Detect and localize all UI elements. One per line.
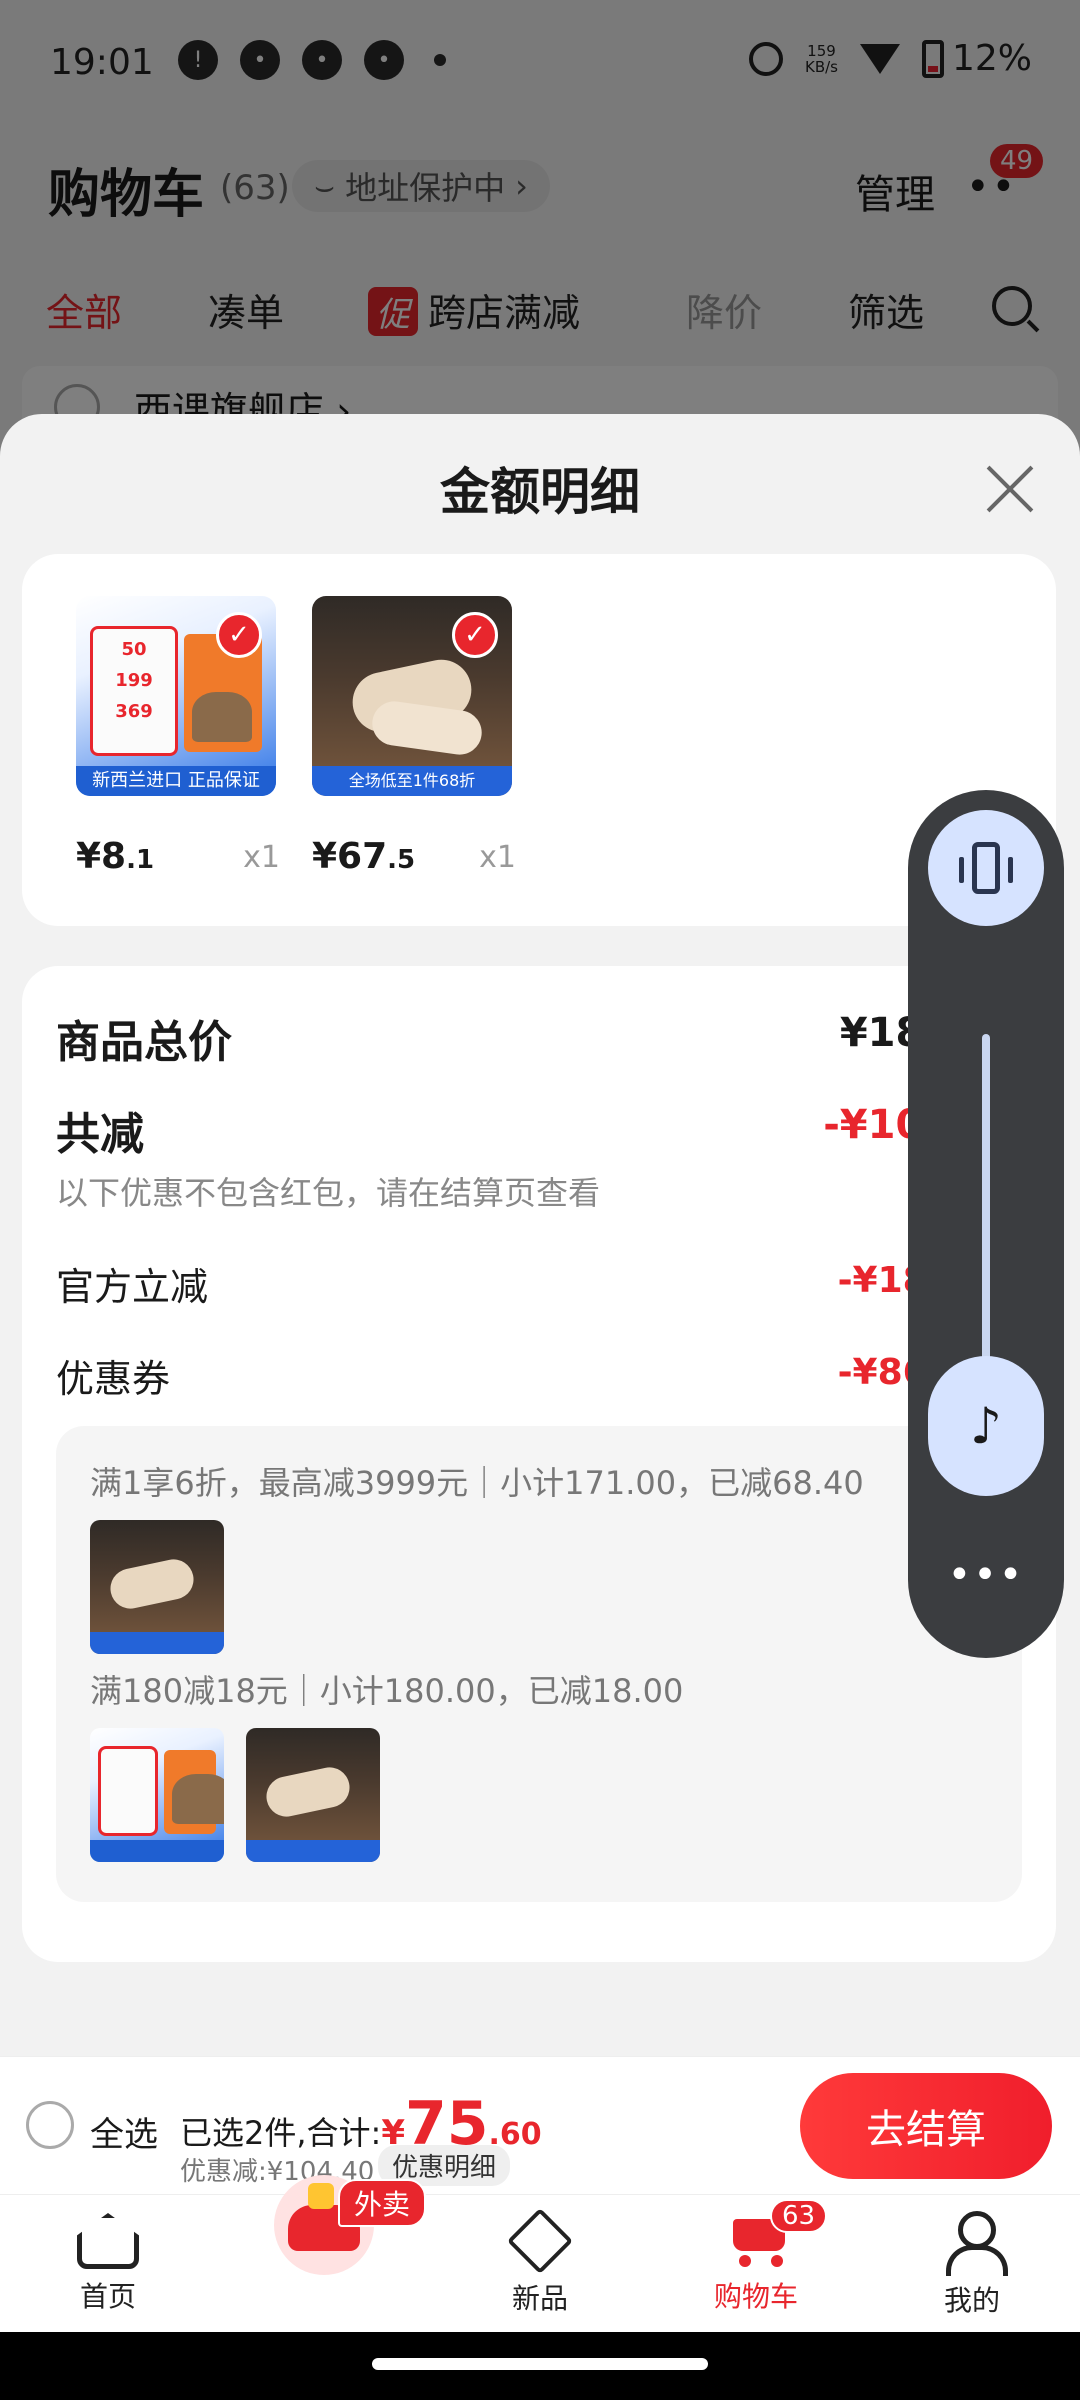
tier-label: 50 xyxy=(121,639,147,660)
vibrate-icon xyxy=(959,842,1013,894)
thumb-banner xyxy=(90,1632,224,1654)
selected-summary: 已选2件,合计: xyxy=(180,2114,382,2152)
product-item[interactable]: 50 199 369 ✓ 新西兰进口 正品保证 ¥8.1 x1 xyxy=(76,596,280,877)
product-item[interactable]: ✓ 全场低至1件68折 ¥67.5 x1 xyxy=(312,596,516,877)
promo-rule-1: 满1享6折，最高减3999元｜小计171.00，已减68.40 xyxy=(90,1464,864,1502)
select-all-radio[interactable] xyxy=(26,2101,74,2149)
music-note-icon: ♪ xyxy=(970,1397,1002,1455)
sheet-title: 金额明细 xyxy=(440,463,640,521)
coupon-label: 优惠券 xyxy=(56,1357,171,1401)
thumb-banner xyxy=(246,1840,380,1862)
dim-overlay[interactable] xyxy=(0,0,1080,430)
nav-new[interactable]: 新品 xyxy=(470,2207,610,2317)
price-dec: .5 xyxy=(387,845,416,875)
promo-rule-2: 满180减18元｜小计180.00，已减18.00 xyxy=(90,1672,684,1710)
reduce-note: 以下优惠不包含红包，请在结算页查看 xyxy=(56,1174,601,1212)
official-discount-label: 官方立减 xyxy=(56,1265,209,1309)
price-dec: .1 xyxy=(126,845,155,875)
nav-mine-label: 我的 xyxy=(943,2284,1000,2317)
sandal-shape xyxy=(262,1763,354,1821)
sandal-shape xyxy=(369,698,485,758)
price-detail-card: 商品总价 ¥180.00 共减 -¥104.40 以下优惠不包含红包，请在结算页… xyxy=(22,966,1056,1962)
bottom-nav: 首页 外卖 新品 63 购物车 我的 xyxy=(0,2175,1080,2332)
check-icon: ✓ xyxy=(452,612,498,658)
total-label: 商品总价 xyxy=(56,1017,232,1068)
volume-slider-track[interactable] xyxy=(982,1034,990,1374)
gesture-area xyxy=(0,2332,1080,2400)
volume-more-icon[interactable]: ••• xyxy=(908,1552,1064,1598)
product-qty: x1 xyxy=(479,840,516,875)
price-int: ¥8 xyxy=(76,836,127,877)
promo-thumb-sandal xyxy=(246,1728,380,1862)
product-price: ¥67.5 xyxy=(312,836,415,877)
home-icon xyxy=(77,2213,139,2269)
coupon-detail-box: 满1享6折，最高减3999元｜小计171.00，已减68.40 满180减18元… xyxy=(56,1426,1022,1902)
volume-panel: ♪ ••• xyxy=(908,790,1064,1658)
nav-new-label: 新品 xyxy=(511,2282,568,2315)
checkout-bar: 全选 已选2件,合计:¥75.60 优惠减:¥104.40 优惠明细 去结算 xyxy=(0,2056,1080,2194)
promo-thumb-cat-food xyxy=(90,1728,224,1862)
tier-label: 369 xyxy=(115,701,153,722)
tier-label: 199 xyxy=(115,670,153,691)
checkout-button[interactable]: 去结算 xyxy=(800,2073,1052,2179)
reduce-label: 共减 xyxy=(56,1109,144,1160)
price-tier-card: 50 199 369 xyxy=(90,626,178,756)
nav-home-label: 首页 xyxy=(79,2280,136,2313)
product-banner: 全场低至1件68折 xyxy=(312,766,512,796)
box-icon xyxy=(506,2207,574,2275)
waimai-tag: 外卖 xyxy=(338,2179,427,2227)
price-tier-card xyxy=(98,1746,158,1836)
nav-cart[interactable]: 63 购物车 xyxy=(686,2199,828,2315)
person-icon xyxy=(942,2211,1008,2276)
close-icon[interactable] xyxy=(980,458,1040,518)
cart-wheel xyxy=(739,2255,751,2267)
cart-badge: 63 xyxy=(770,2199,828,2233)
nav-mine[interactable]: 我的 xyxy=(902,2207,1042,2319)
product-price: ¥8.1 xyxy=(76,836,154,877)
check-icon: ✓ xyxy=(216,612,262,658)
product-image-cat-food: 50 199 369 ✓ 新西兰进口 正品保证 xyxy=(76,596,276,796)
vibrate-toggle[interactable] xyxy=(928,810,1044,926)
price-int: ¥67 xyxy=(312,836,388,877)
nav-cart-label: 购物车 xyxy=(713,2280,798,2313)
selected-products-card: 50 199 369 ✓ 新西兰进口 正品保证 ¥8.1 x1 ✓ 全场低至1件… xyxy=(22,554,1056,926)
gesture-bar[interactable] xyxy=(372,2358,708,2370)
product-banner: 新西兰进口 正品保证 xyxy=(76,766,276,796)
sandal-shape xyxy=(106,1555,198,1613)
thumb-banner xyxy=(90,1840,224,1862)
promo-thumb-sandal xyxy=(90,1520,224,1654)
volume-slider-thumb[interactable]: ♪ xyxy=(928,1356,1044,1496)
select-all-label[interactable]: 全选 xyxy=(90,2107,158,2156)
cart-wheel xyxy=(771,2255,783,2267)
nav-home[interactable]: 首页 xyxy=(38,2207,178,2315)
product-image-sandal: ✓ 全场低至1件68折 xyxy=(312,596,512,796)
product-qty: x1 xyxy=(243,840,280,875)
food-bag xyxy=(164,1750,224,1834)
